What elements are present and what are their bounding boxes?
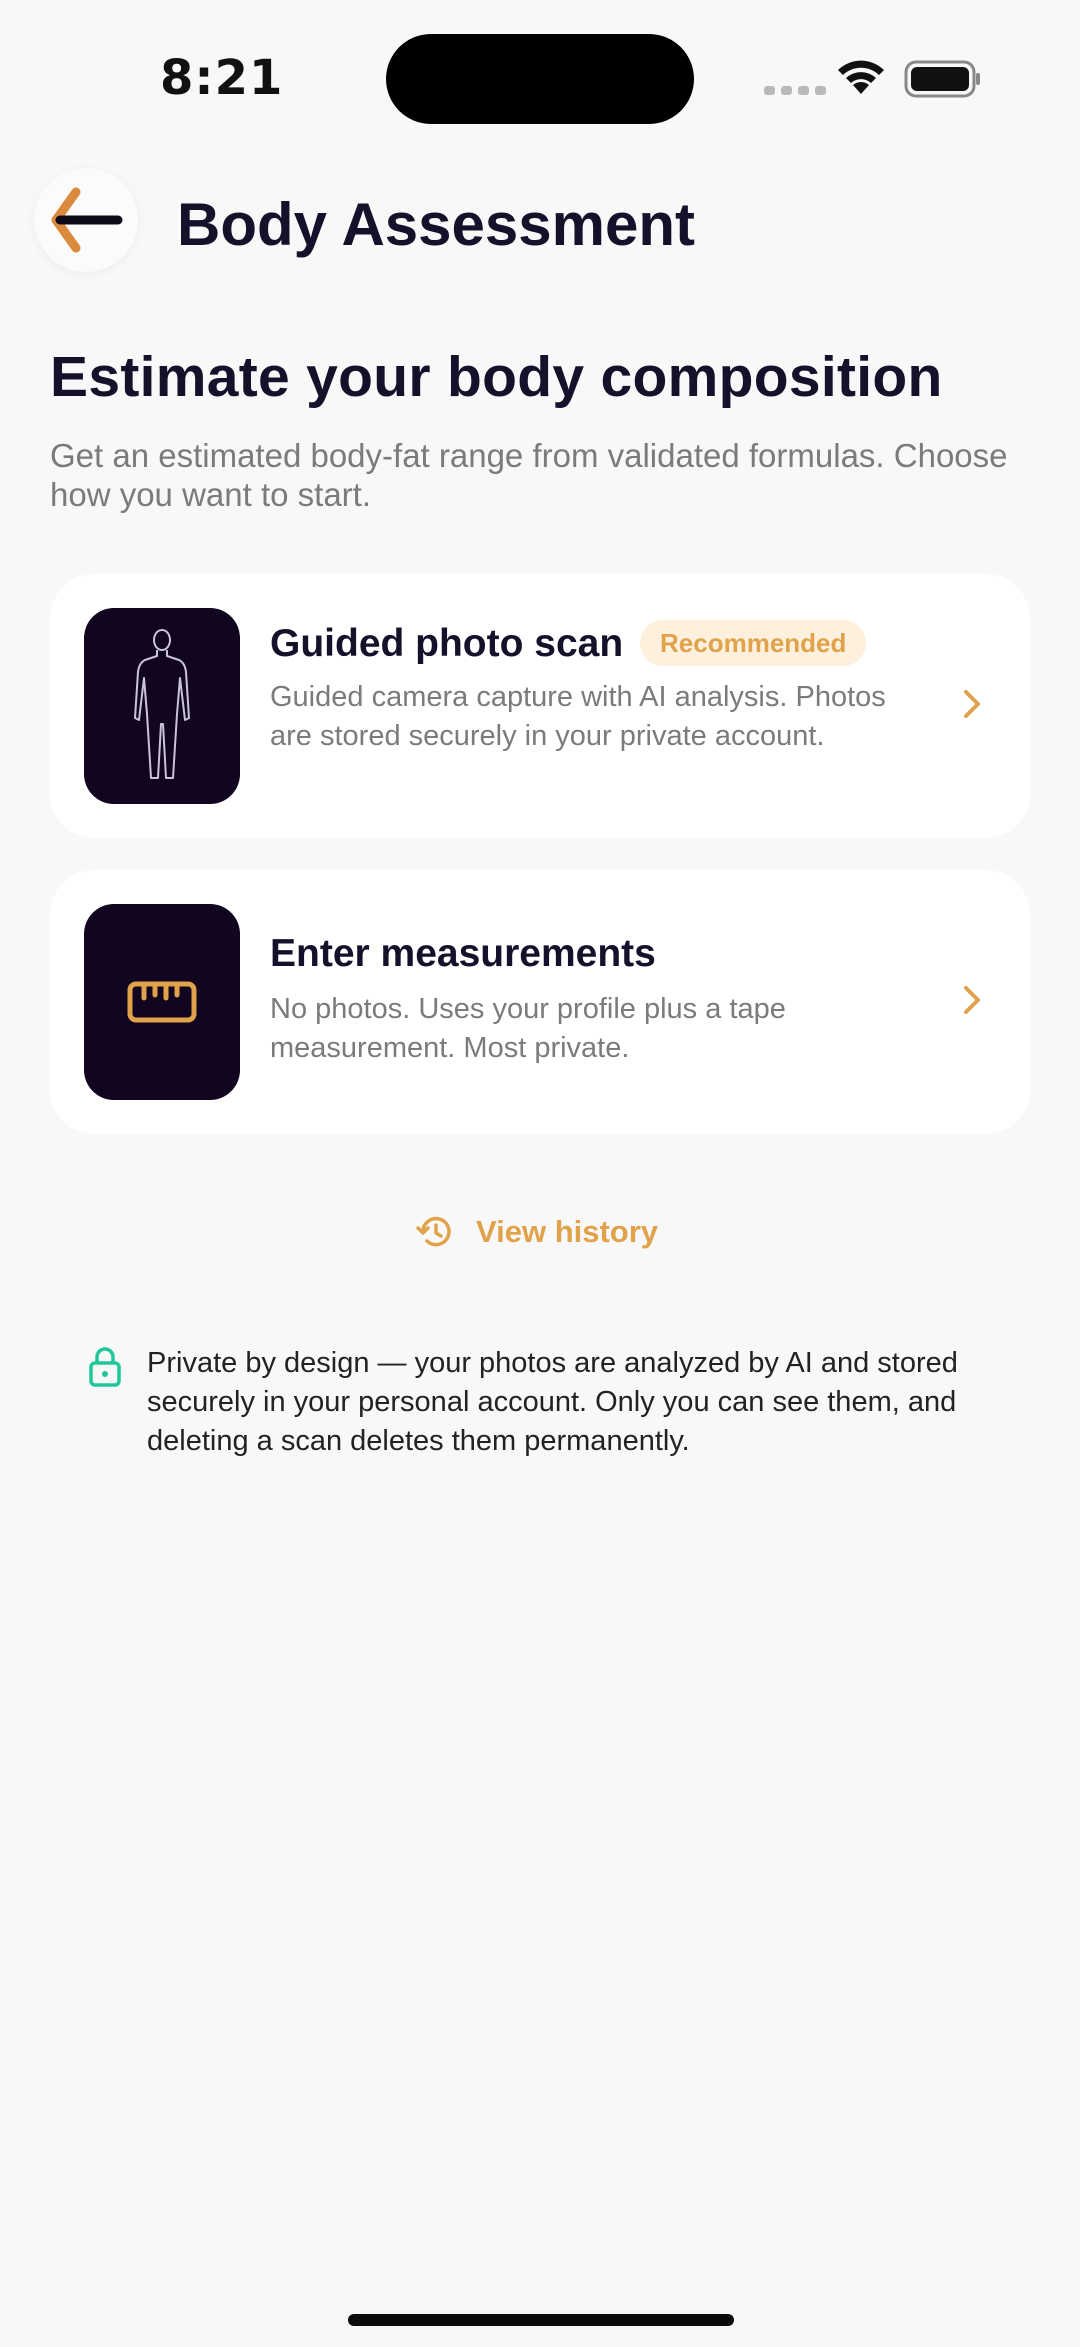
enter-measurements-card[interactable]: Enter measurements No photos. Uses your … [50, 870, 1030, 1134]
arrow-left-icon [51, 187, 123, 253]
body-assessment-screen: 8:21 Body Assessment Estimate your body … [0, 0, 1080, 2347]
home-indicator[interactable] [348, 2314, 734, 2326]
measurements-thumbnail [84, 904, 240, 1100]
history-icon [416, 1216, 451, 1247]
back-button[interactable] [34, 168, 138, 272]
photo-scan-thumbnail [84, 608, 240, 804]
view-history-label: View history [476, 1214, 659, 1249]
page-title: Body Assessment [177, 191, 695, 258]
subtext: Get an estimated body-fat range from val… [50, 437, 1008, 513]
dynamic-island [386, 34, 694, 124]
privacy-note: Private by design — your photos are anal… [147, 1347, 958, 1457]
enter-measurements-description: No photos. Uses your profile plus a tape… [270, 993, 786, 1064]
status-time: 8:21 [160, 50, 284, 106]
guided-photo-scan-title: Guided photo scan [270, 622, 624, 665]
ruler-icon [127, 981, 197, 1023]
chevron-right-icon [964, 690, 980, 718]
enter-measurements-title: Enter measurements [270, 932, 656, 975]
cellular-signal-icon [764, 86, 826, 95]
guided-photo-scan-description: Guided camera capture with AI analysis. … [270, 681, 886, 752]
battery-icon [904, 60, 980, 98]
headline: Estimate your body composition [50, 345, 943, 409]
view-history-button[interactable]: View history [416, 1210, 658, 1254]
lock-icon [89, 1347, 121, 1387]
body-silhouette-icon [134, 629, 190, 779]
wifi-icon [838, 60, 884, 94]
recommended-badge: Recommended [640, 620, 867, 666]
chevron-right-icon [964, 986, 980, 1014]
guided-photo-scan-card[interactable]: Guided photo scan Recommended Guided cam… [50, 574, 1030, 838]
